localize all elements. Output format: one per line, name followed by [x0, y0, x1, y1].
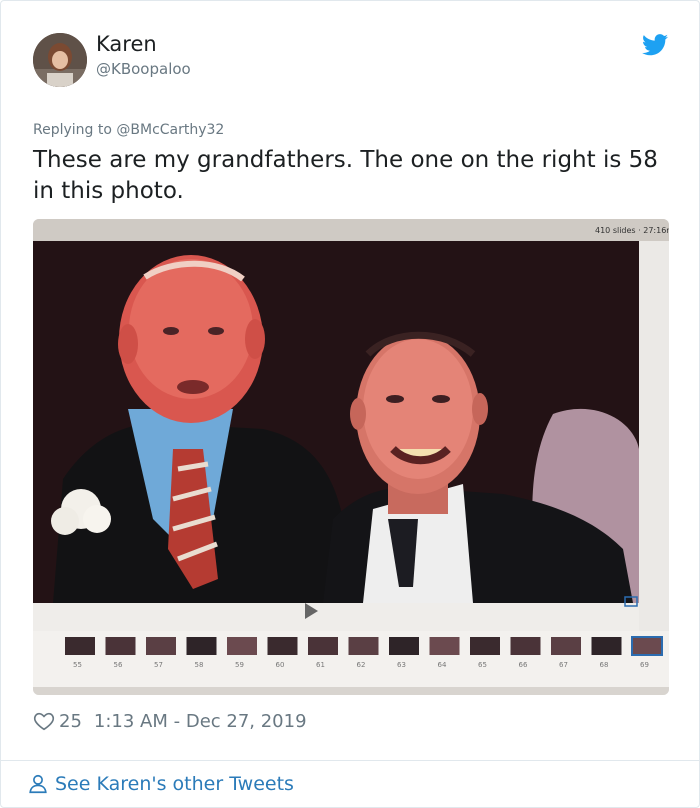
filmstrip-thumbnail[interactable] [227, 637, 257, 655]
twitter-bird-icon[interactable] [642, 34, 668, 56]
filmstrip-number: 68 [600, 661, 609, 669]
filmstrip-number: 58 [195, 661, 204, 669]
avatar[interactable] [33, 33, 87, 87]
filmstrip-thumbnail[interactable] [551, 637, 581, 655]
display-name[interactable]: Karen [96, 32, 157, 56]
filmstrip-thumbnail[interactable] [267, 637, 298, 655]
filmstrip-thumbnail[interactable] [146, 637, 176, 655]
tweet-photo[interactable]: 410 slides · 27:16m 55 56 57 58 59 60 61… [33, 219, 669, 695]
filmstrip-thumbnail[interactable] [429, 637, 460, 655]
filmstrip-thumbnail[interactable] [591, 637, 622, 655]
filmstrip-number: 64 [438, 661, 447, 669]
filmstrip-thumbnail[interactable] [65, 637, 95, 655]
heart-icon[interactable] [33, 710, 55, 732]
filmstrip-thumbnail[interactable] [631, 636, 663, 656]
like-count[interactable]: 25 [59, 711, 82, 732]
filmstrip-thumbnail[interactable] [186, 637, 217, 655]
tweet-meta: 25 1:13 AM - Dec 27, 2019 [33, 708, 307, 734]
filmstrip-number: 55 [73, 661, 82, 669]
filmstrip-number: 65 [478, 661, 487, 669]
filmstrip-number: 60 [276, 661, 285, 669]
filmstrip-number: 56 [114, 661, 123, 669]
reply-prefix: Replying to [33, 122, 112, 138]
tweet-text: These are my grandfathers. The one on th… [33, 147, 658, 204]
person-icon [29, 774, 47, 794]
timestamp-link[interactable]: 1:13 AM - Dec 27, 2019 [94, 711, 307, 732]
filmstrip-number: 69 [640, 661, 649, 669]
filmstrip-thumbnail[interactable] [389, 637, 419, 655]
tweet-card: Karen @KBoopaloo Replying to @BMcCarthy3… [0, 0, 700, 808]
filmstrip-number: 57 [154, 661, 163, 669]
user-handle[interactable]: @KBoopaloo [96, 60, 191, 78]
divider [1, 760, 699, 761]
reply-context: Replying to @BMcCarthy32 [33, 122, 224, 138]
reply-mention-link[interactable]: @BMcCarthy32 [116, 122, 224, 138]
filmstrip-number: 66 [519, 661, 528, 669]
filmstrip-number: 63 [397, 661, 406, 669]
filmstrip-thumbnail[interactable] [105, 637, 136, 655]
filmstrip-thumbnail[interactable] [510, 637, 541, 655]
filmstrip-thumbnail[interactable] [470, 637, 500, 655]
see-more-tweets-link[interactable]: See Karen's other Tweets [27, 771, 294, 797]
filmstrip-thumbnail[interactable] [348, 637, 379, 655]
filmstrip-number: 67 [559, 661, 568, 669]
filmstrip-thumbnail[interactable] [308, 637, 338, 655]
see-more-label: See Karen's other Tweets [55, 773, 294, 795]
filmstrip-number: 62 [357, 661, 366, 669]
filmstrip-number: 61 [316, 661, 325, 669]
slide-info: 410 slides · 27:16m [595, 226, 669, 235]
filmstrip-number: 59 [235, 661, 244, 669]
